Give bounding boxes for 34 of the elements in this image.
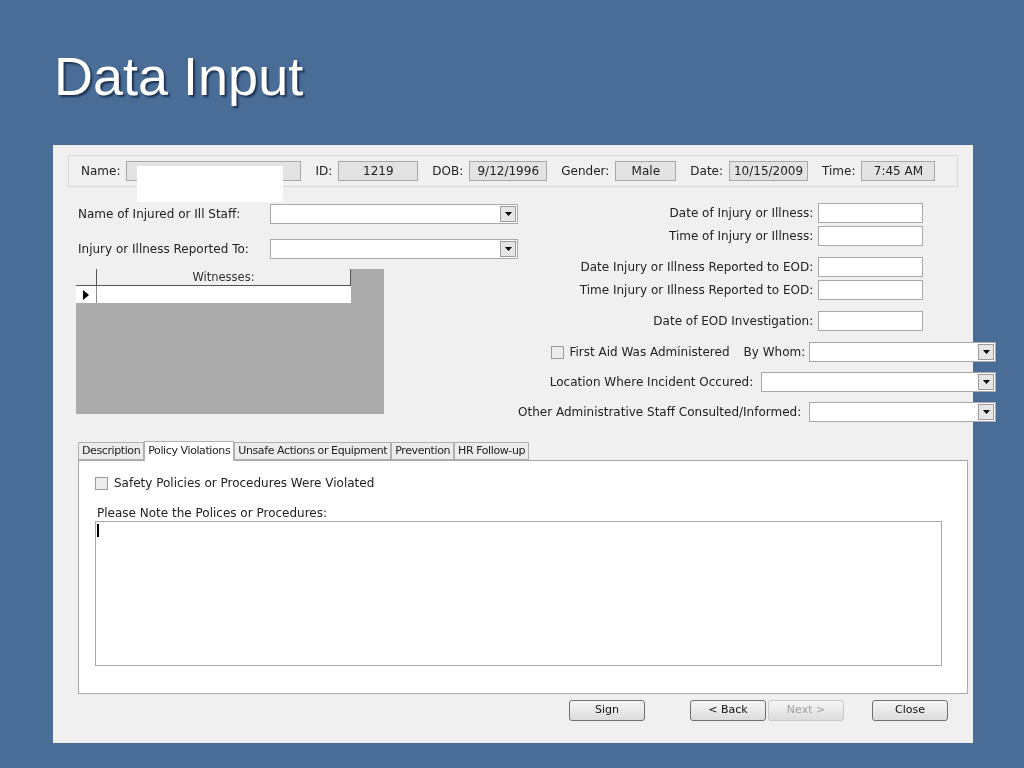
field-label: Name: (81, 163, 121, 180)
tab[interactable]: HR Follow-up (454, 442, 530, 460)
field-label: Time Injury or Illness Reported to EOD: (579, 282, 814, 299)
field-label: Date Injury or Illness Reported to EOD: (580, 259, 814, 276)
dialog-button[interactable]: Close (872, 700, 948, 721)
field-label: Location Where Incident Occured: (549, 374, 754, 391)
checkbox-label: Safety Policies or Procedures Were Violated (114, 475, 375, 492)
readonly-field: 7:45 AM (861, 161, 936, 181)
tab[interactable]: Description (78, 442, 145, 460)
field-label: Gender: (561, 163, 610, 180)
readonly-field: Male (615, 161, 677, 181)
readonly-field: 1219 (338, 161, 419, 181)
field-label: Date of Injury or Illness: (669, 205, 814, 222)
field-label: Name of Injured or Ill Staff: (78, 206, 241, 223)
field-label: Date: (690, 163, 724, 180)
tab[interactable]: Prevention (391, 442, 455, 460)
column-header: Witnesses: (97, 269, 351, 286)
field-label: Time of Injury or Illness: (668, 228, 814, 245)
tab[interactable]: Policy Violations (144, 441, 235, 461)
checkbox-label: First Aid Was Administered (569, 344, 730, 361)
readonly-field: 9/12/1996 (469, 161, 548, 181)
readonly-field: 10/15/2009 (729, 161, 809, 181)
dialog-button[interactable]: Sign (569, 700, 645, 721)
field-label: By Whom: (743, 344, 806, 361)
field-label: Please Note the Polices or Procedures: (97, 505, 328, 522)
field-label: Time: (822, 163, 856, 180)
field-label: Other Administrative Staff Consulted/Informed: (518, 404, 802, 421)
dialog-button[interactable]: < Back (690, 700, 766, 721)
field-label: Injury or Illness Reported To: (78, 241, 249, 258)
field-label: DOB: (432, 163, 464, 180)
field-label: Date of EOD Investigation: (653, 313, 814, 330)
tab[interactable]: Unsafe Actions or Equipment (234, 442, 392, 460)
slide-title: Data Input (54, 45, 305, 108)
field-label: ID: (315, 163, 333, 180)
